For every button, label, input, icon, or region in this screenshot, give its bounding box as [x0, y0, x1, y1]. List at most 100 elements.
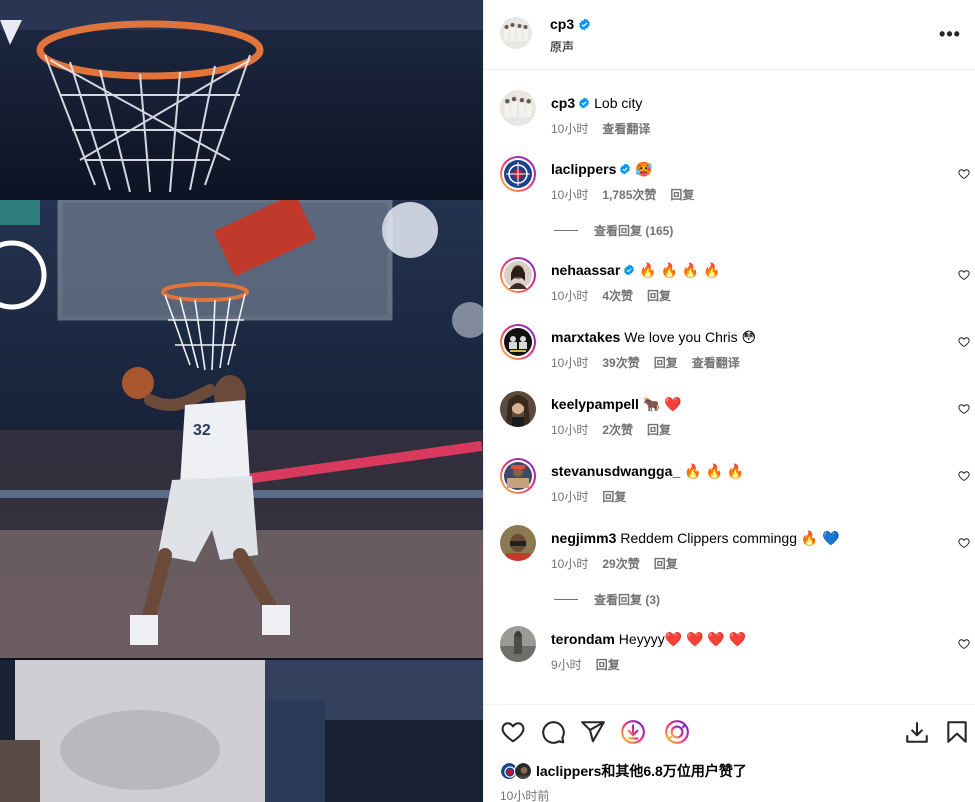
reply-button[interactable]: 回复 [654, 555, 678, 572]
comments-list[interactable]: cp3 Lob city 10小时 查看翻译 laclippers 🥵 10小时 1… [484, 70, 975, 704]
post-header: cp3 原声 ••• [484, 0, 975, 70]
caption-avatar[interactable] [500, 90, 536, 126]
likes-username[interactable]: laclippers [536, 763, 601, 779]
comment-text: 🔥 🔥 🔥 [684, 463, 745, 479]
comment-username[interactable]: stevanusdwangga_ [551, 463, 680, 479]
view-replies-button[interactable]: 查看回复 (3) [554, 591, 660, 608]
caption-time[interactable]: 10小时 [551, 120, 588, 137]
comment-icon[interactable] [540, 719, 566, 745]
caption-body: cp3 Lob city [551, 94, 642, 112]
comment-body: terondam Heyyyy❤️ ❤️ ❤️ ❤️ [551, 630, 746, 648]
comment-text: 🐂 ❤️ [642, 396, 682, 412]
likes-count-text[interactable]: 和其他6.8万位用户赞了 [601, 763, 746, 779]
see-translation-link[interactable]: 查看翻译 [602, 120, 650, 137]
reply-button[interactable]: 回复 [602, 488, 626, 505]
comment-body: negjimm3 Reddem Clippers commingg 🔥 💙 [551, 529, 840, 547]
comment-time[interactable]: 10小时 [551, 488, 588, 505]
comment-meta: 9小时 回复 [551, 656, 634, 673]
commenter-avatar[interactable] [500, 458, 536, 494]
comment-time[interactable]: 10小时 [551, 555, 588, 572]
reply-button[interactable]: 回复 [647, 287, 671, 304]
comment-meta: 10小时 回复 [551, 488, 640, 505]
post-details-panel: cp3 原声 ••• cp3 Lob city 10小时 查看翻译 laclip… [483, 0, 975, 802]
reply-button[interactable]: 回复 [670, 186, 694, 203]
comment-body: marxtakes We love you Chris 😳 [551, 328, 756, 346]
comment-body: stevanusdwangga_ 🔥 🔥 🔥 [551, 462, 744, 480]
comment-username[interactable]: nehaassar [551, 262, 620, 278]
comment-text: 🥵 [635, 161, 653, 177]
verified-badge-icon [623, 264, 635, 276]
comment-like-heart-icon[interactable] [958, 470, 970, 482]
comment-like-count[interactable]: 39次赞 [602, 354, 639, 371]
comment-time[interactable]: 10小时 [551, 287, 588, 304]
comment-like-heart-icon[interactable] [958, 336, 970, 348]
view-replies-button[interactable]: 查看回复 (165) [554, 222, 673, 239]
download-icon[interactable] [904, 719, 930, 745]
commenter-avatar[interactable] [500, 257, 536, 293]
comment-meta: 10小时 4次赞 回复 [551, 287, 685, 304]
caption-meta: 10小时 查看翻译 [551, 120, 664, 137]
comment-text: Heyyyy❤️ ❤️ ❤️ ❤️ [618, 631, 747, 647]
view-replies-label[interactable]: 查看回复 (3) [594, 591, 660, 608]
comment-meta: 10小时 2次赞 回复 [551, 421, 685, 438]
comment-like-count[interactable]: 2次赞 [602, 421, 633, 438]
liker-avatar [514, 762, 532, 780]
comment-body: nehaassar 🔥 🔥 🔥 🔥 [551, 261, 721, 279]
verified-badge-icon [619, 163, 631, 175]
comment-like-count[interactable]: 29次赞 [602, 555, 639, 572]
comment-time[interactable]: 10小时 [551, 421, 588, 438]
comment-like-heart-icon[interactable] [958, 638, 970, 650]
replies-divider [554, 599, 578, 600]
comment-text: Reddem Clippers commingg 🔥 💙 [620, 530, 840, 546]
post-media[interactable]: 32 [0, 0, 483, 802]
view-replies-label[interactable]: 查看回复 (165) [594, 222, 673, 239]
commenter-avatar[interactable] [500, 525, 536, 561]
comment-body: laclippers 🥵 [551, 160, 653, 178]
caption-text: Lob city [594, 95, 643, 111]
reply-button[interactable]: 回复 [647, 421, 671, 438]
comment-username[interactable]: marxtakes [551, 329, 620, 345]
commenter-avatar[interactable] [500, 626, 536, 662]
caption-username[interactable]: cp3 [551, 95, 575, 111]
comment-like-count[interactable]: 1,785次赞 [602, 186, 656, 203]
comment-like-heart-icon[interactable] [958, 168, 970, 180]
author-username[interactable]: cp3 [550, 16, 574, 32]
comment-body: keelypampell 🐂 ❤️ [551, 395, 682, 413]
comment-like-heart-icon[interactable] [958, 403, 970, 415]
likes-summary[interactable]: laclippers和其他6.8万位用户赞了 [500, 761, 747, 781]
heart-icon[interactable] [500, 719, 526, 745]
post-actions-bar: laclippers和其他6.8万位用户赞了 10小时前 [484, 704, 975, 802]
video-frame-bottom [0, 660, 483, 802]
comment-time[interactable]: 10小时 [551, 354, 588, 371]
commenter-avatar[interactable] [500, 391, 536, 427]
see-translation-link[interactable]: 查看翻译 [692, 354, 740, 371]
video-frame-main: 32 [0, 200, 483, 658]
more-options-button[interactable]: ••• [938, 22, 962, 46]
comment-username[interactable]: negjimm3 [551, 530, 616, 546]
repost-icon[interactable] [620, 719, 646, 745]
author-username-row[interactable]: cp3 [550, 16, 591, 32]
comment-username[interactable]: terondam [551, 631, 615, 647]
share-icon[interactable] [580, 719, 606, 745]
comment-meta: 10小时 39次赞 回复 查看翻译 [551, 354, 754, 371]
svg-text:32: 32 [193, 422, 211, 439]
post-timestamp[interactable]: 10小时前 [500, 787, 549, 802]
commenter-avatar[interactable] [500, 324, 536, 360]
comment-time[interactable]: 10小时 [551, 186, 588, 203]
bookmark-icon[interactable] [944, 719, 970, 745]
comment-time[interactable]: 9小时 [551, 656, 582, 673]
remix-icon[interactable] [664, 719, 690, 745]
author-avatar[interactable] [500, 17, 532, 49]
comment-like-count[interactable]: 4次赞 [602, 287, 633, 304]
comment-like-heart-icon[interactable] [958, 537, 970, 549]
comment-username[interactable]: keelypampell [551, 396, 639, 412]
comment-meta: 10小时 29次赞 回复 [551, 555, 692, 572]
comment-username[interactable]: laclippers [551, 161, 616, 177]
comment-text: 🔥 🔥 🔥 🔥 [639, 262, 721, 278]
audio-label[interactable]: 原声 [550, 38, 574, 55]
reply-button[interactable]: 回复 [654, 354, 678, 371]
commenter-avatar[interactable] [500, 156, 536, 192]
reply-button[interactable]: 回复 [596, 656, 620, 673]
replies-divider [554, 230, 578, 231]
comment-like-heart-icon[interactable] [958, 269, 970, 281]
